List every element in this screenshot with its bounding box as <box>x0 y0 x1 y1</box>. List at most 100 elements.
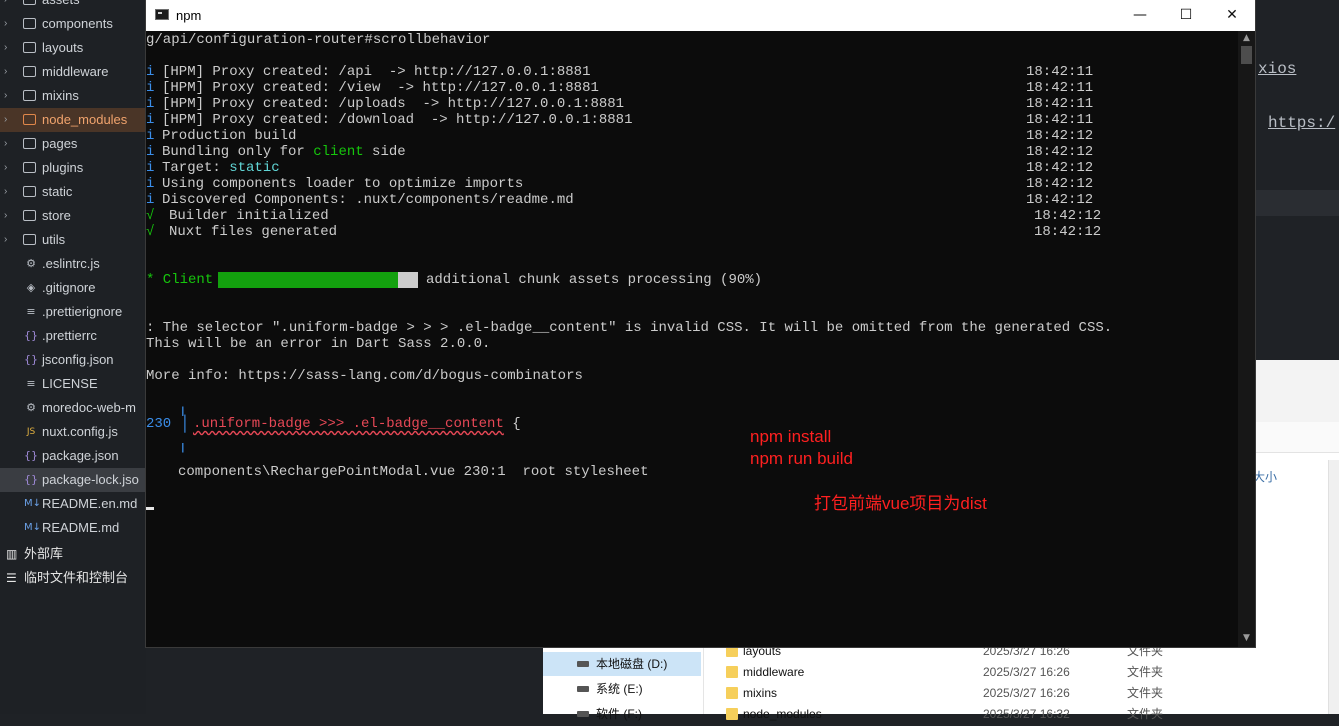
nav-item-label: 系统 (E:) <box>596 682 643 696</box>
info-prefix: i <box>146 96 155 112</box>
text-file-icon: ≡ <box>26 305 36 318</box>
tree-item[interactable]: JS nuxt.config.js <box>0 420 146 444</box>
tree-item[interactable]: ⚙ moredoc-web-m <box>0 396 146 420</box>
scroll-down-icon[interactable]: ▼ <box>1238 633 1255 643</box>
folder-icon <box>23 42 36 53</box>
file-row[interactable]: node_modules 2025/3/27 16:32 文件夹 <box>726 704 1286 725</box>
tree-item[interactable]: ⚙ .eslintrc.js <box>0 252 146 276</box>
nav-item-drive-d[interactable]: 本地磁盘 (D:) <box>543 652 701 676</box>
tree-item-label: README.en.md <box>42 496 138 511</box>
annotation-npm-install: npm install <box>750 427 832 446</box>
terminal-output[interactable]: g/api/configuration-router#scrollbehavio… <box>146 31 1238 647</box>
tree-item[interactable]: › node_modules <box>0 108 146 132</box>
tree-item-label: package-lock.jso <box>42 472 139 487</box>
nav-item-label: 软件 (F:) <box>596 707 642 721</box>
tree-item[interactable]: {} package.json <box>0 444 146 468</box>
gear-icon: ⚙ <box>26 401 36 414</box>
file-row[interactable]: middleware 2025/3/27 16:26 文件夹 <box>726 662 1286 683</box>
chevron-right-icon[interactable]: › <box>4 36 14 60</box>
tree-item[interactable]: › pages <box>0 132 146 156</box>
terminal-window[interactable]: npm — ☐ ✕ g/api/configuration-router#scr… <box>146 0 1255 647</box>
info-prefix: i <box>146 176 155 192</box>
folder-icon <box>726 666 738 678</box>
tree-item-label: assets <box>42 0 80 12</box>
tree-item[interactable]: ◈ .gitignore <box>0 276 146 300</box>
warning-line: : The selector ".uniform-badge > > > .el… <box>146 320 1113 336</box>
tree-item[interactable]: ≡ .prettierignore <box>0 300 146 324</box>
file-type: 文件夹 <box>1127 707 1164 721</box>
chevron-right-icon[interactable]: › <box>4 0 14 12</box>
excerpt-bracket-mid: │ <box>180 415 190 433</box>
column-header-size[interactable]: 大小 <box>1253 468 1277 485</box>
scroll-up-icon[interactable]: ▲ <box>1238 33 1255 43</box>
file-date: 2025/3/27 16:26 <box>983 665 1070 679</box>
chevron-right-icon[interactable]: › <box>4 228 14 252</box>
drive-icon <box>577 711 589 717</box>
log-text: [HPM] Proxy created: /download -> http:/… <box>162 112 633 128</box>
external-libraries[interactable]: ▥ 外部库 <box>0 542 146 566</box>
tree-item[interactable]: {} package-lock.jso <box>0 468 146 492</box>
chevron-right-icon[interactable]: › <box>4 108 14 132</box>
terminal-titlebar[interactable]: npm — ☐ ✕ <box>146 0 1255 31</box>
tree-item[interactable]: ≡ LICENSE <box>0 372 146 396</box>
nav-item-drive-e[interactable]: 系统 (E:) <box>543 677 701 701</box>
tree-item-label: layouts <box>42 40 84 55</box>
scratches-and-consoles[interactable]: ☰ 临时文件和控制台 <box>0 566 146 590</box>
braces-icon: {} <box>24 473 38 486</box>
tree-item-label: README.md <box>42 520 120 535</box>
tree-item[interactable]: › static <box>0 180 146 204</box>
tree-item[interactable]: › components <box>0 12 146 36</box>
tree-item-label: .eslintrc.js <box>42 256 100 271</box>
output-line: g/api/configuration-router#scrollbehavio… <box>146 32 491 48</box>
log-text: Production build <box>162 128 297 144</box>
tree-item[interactable]: › middleware <box>0 60 146 84</box>
editor-link-axios[interactable]: xios <box>1258 60 1296 78</box>
folder-icon <box>726 708 738 720</box>
file-date: 2025/3/27 16:26 <box>983 686 1070 700</box>
braces-icon: {} <box>24 449 38 462</box>
folder-icon <box>23 186 36 197</box>
explorer-scrollbar[interactable] <box>1328 460 1339 714</box>
log-highlight: client <box>313 144 364 160</box>
log-text: Discovered Components: .nuxt/components/… <box>162 192 574 208</box>
log-text: Target: <box>162 160 230 176</box>
file-row[interactable]: mixins 2025/3/27 16:26 文件夹 <box>726 683 1286 704</box>
file-name: middleware <box>743 665 805 679</box>
chevron-right-icon[interactable]: › <box>4 204 14 228</box>
tree-item[interactable]: › layouts <box>0 36 146 60</box>
check-icon: √ <box>146 224 155 240</box>
minimize-button[interactable]: — <box>1117 0 1163 31</box>
client-label: * Client <box>146 272 214 288</box>
tree-item[interactable]: › plugins <box>0 156 146 180</box>
editor-background: xios https:/ <box>1255 0 1339 360</box>
chevron-right-icon[interactable]: › <box>4 12 14 36</box>
chevron-right-icon[interactable]: › <box>4 132 14 156</box>
tree-item-label: LICENSE <box>42 376 98 391</box>
tree-item[interactable]: › mixins <box>0 84 146 108</box>
log-time: 18:42:12 <box>1026 192 1094 208</box>
chevron-right-icon[interactable]: › <box>4 84 14 108</box>
maximize-button[interactable]: ☐ <box>1163 0 1209 31</box>
tree-item-label: .prettierignore <box>42 304 123 319</box>
editor-link-https[interactable]: https:/ <box>1268 114 1335 132</box>
terminal-scrollbar[interactable]: ▲ ▼ <box>1238 31 1255 647</box>
tree-item[interactable]: M↓ README.md <box>0 516 146 540</box>
scroll-thumb[interactable] <box>1241 46 1252 64</box>
tree-item-label: .gitignore <box>42 280 96 295</box>
chevron-right-icon[interactable]: › <box>4 156 14 180</box>
nav-item-drive-f[interactable]: 软件 (F:) <box>543 702 701 726</box>
tree-item[interactable]: {} jsconfig.json <box>0 348 146 372</box>
tree-item[interactable]: M↓ README.en.md <box>0 492 146 516</box>
chevron-right-icon[interactable]: › <box>4 60 14 84</box>
tree-item[interactable]: › assets <box>0 0 146 12</box>
scratches-label: 临时文件和控制台 <box>24 570 129 585</box>
library-icon: ▥ <box>6 547 18 561</box>
log-time: 18:42:11 <box>1026 96 1094 112</box>
tree-item[interactable]: {} .prettierrc <box>0 324 146 348</box>
chevron-right-icon[interactable]: › <box>4 180 14 204</box>
external-libraries-label: 外部库 <box>24 546 64 561</box>
tree-item-label: utils <box>42 232 66 247</box>
tree-item[interactable]: › store <box>0 204 146 228</box>
close-button[interactable]: ✕ <box>1209 0 1255 31</box>
tree-item[interactable]: › utils <box>0 228 146 252</box>
